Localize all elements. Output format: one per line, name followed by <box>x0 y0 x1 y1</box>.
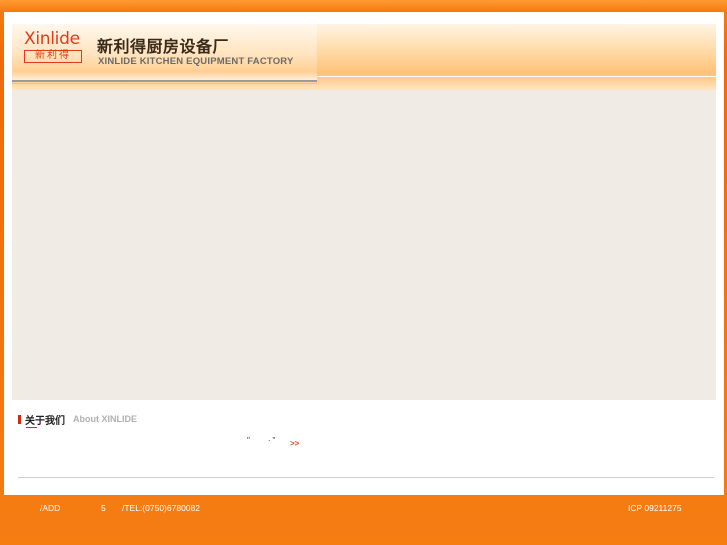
page-container: Xinlide 新利得 新利得厨房设备厂 XINLIDE KITCHEN EQU… <box>4 12 724 495</box>
about-title-en: About XINLIDE <box>73 414 137 424</box>
header-line-right <box>317 76 716 77</box>
section-marker-icon <box>18 414 21 424</box>
header-line-left-light <box>12 83 317 84</box>
site-footer: /ADD 5 /TEL:(0750)6780082 ICP 09211275 <box>0 495 727 545</box>
content-divider <box>18 477 714 478</box>
logo-wordmark: Xinlide <box>24 29 80 49</box>
about-text: " · " <box>247 436 293 445</box>
header-line-left <box>12 80 317 82</box>
footer-telephone: /TEL:(0750)6780082 <box>122 503 200 513</box>
site-header: Xinlide 新利得 新利得厨房设备厂 XINLIDE KITCHEN EQU… <box>12 24 716 90</box>
logo[interactable]: Xinlide 新利得 <box>24 30 86 66</box>
footer-address-label: /ADD <box>40 503 61 513</box>
logo-cn-mark: 新利得 <box>24 50 82 63</box>
about-section-title: 关于我们 About XINLIDE <box>18 412 137 427</box>
quote-close: " <box>272 436 276 445</box>
footer-address-number: 5 <box>101 503 106 513</box>
company-name-en: XINLIDE KITCHEN EQUIPMENT FACTORY <box>98 56 294 67</box>
top-strip <box>0 0 727 12</box>
about-more-link[interactable]: >> <box>290 439 299 448</box>
about-title-underline <box>26 427 37 428</box>
quote-open: " <box>247 436 250 445</box>
footer-icp[interactable]: ICP 09211275 <box>628 503 682 513</box>
dot: · <box>267 436 271 445</box>
banner-area <box>12 90 716 400</box>
company-name-cn: 新利得厨房设备厂 <box>97 39 230 56</box>
about-title-cn: 关于我们 <box>25 415 65 427</box>
